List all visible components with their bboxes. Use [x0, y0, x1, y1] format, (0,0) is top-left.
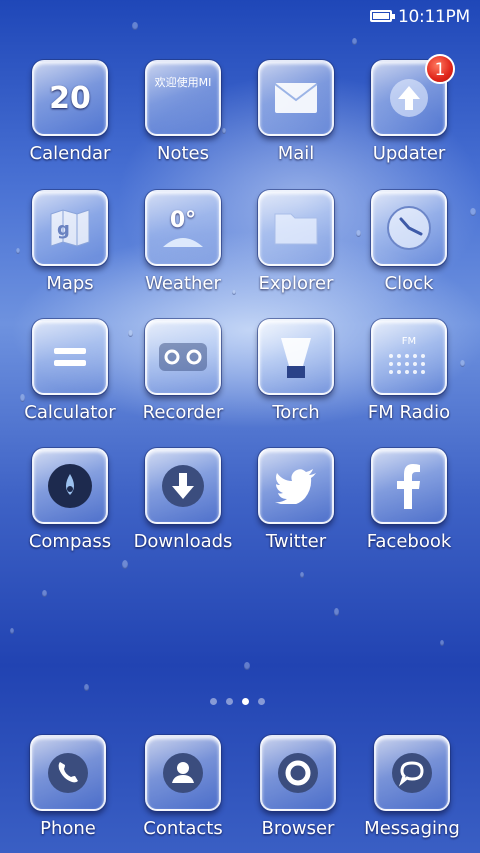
app-downloads[interactable]: Downloads — [128, 448, 238, 552]
app-label: Facebook — [366, 531, 452, 552]
recorder-icon — [147, 321, 219, 393]
messaging-icon — [376, 737, 448, 809]
app-label: Compass — [28, 531, 112, 552]
downloads-icon — [147, 450, 219, 522]
explorer-icon — [260, 192, 332, 264]
app-label: Downloads — [133, 531, 233, 552]
app-recorder[interactable]: Recorder — [128, 319, 238, 423]
app-label: Weather — [145, 273, 221, 294]
raindrop — [122, 560, 128, 569]
app-maps[interactable]: g Maps — [15, 190, 125, 294]
app-weather[interactable]: 0° Weather — [128, 190, 238, 294]
notes-preview-text: 欢迎使用MI — [154, 76, 212, 89]
app-twitter[interactable]: Twitter — [241, 448, 351, 552]
weather-temperature: 0° — [169, 207, 197, 233]
mail-icon — [260, 62, 332, 134]
app-label: Torch — [272, 402, 320, 423]
app-calendar[interactable]: 20 Calendar — [15, 60, 125, 164]
notification-badge: 1 — [425, 54, 455, 84]
app-label: Explorer — [258, 273, 334, 294]
raindrop — [300, 572, 304, 578]
facebook-icon — [373, 450, 445, 522]
app-label: Clock — [384, 273, 434, 294]
page-dot[interactable] — [258, 698, 265, 705]
app-label: Messaging — [364, 818, 460, 839]
status-time: 10:11PM — [398, 7, 470, 27]
app-explorer[interactable]: Explorer — [241, 190, 351, 294]
app-label: Mail — [277, 143, 315, 164]
app-compass[interactable]: Compass — [15, 448, 125, 552]
app-label: Twitter — [265, 531, 327, 552]
calendar-date: 20 — [49, 80, 91, 116]
app-fm-radio[interactable]: FM FM Radio — [354, 319, 464, 423]
app-label: Contacts — [143, 818, 223, 839]
contacts-icon — [147, 737, 219, 809]
clock-icon — [373, 192, 445, 264]
app-label: Maps — [46, 273, 94, 294]
dock-browser[interactable]: Browser — [243, 735, 353, 839]
app-torch[interactable]: Torch — [241, 319, 351, 423]
raindrop — [440, 640, 444, 646]
dock-messaging[interactable]: Messaging — [357, 735, 467, 839]
app-mail[interactable]: Mail — [241, 60, 351, 164]
app-label: Recorder — [142, 402, 224, 423]
page-dot[interactable] — [226, 698, 233, 705]
weather-icon: 0° — [147, 192, 219, 264]
app-clock[interactable]: Clock — [354, 190, 464, 294]
phone-icon — [32, 737, 104, 809]
app-facebook[interactable]: Facebook — [354, 448, 464, 552]
app-notes[interactable]: 欢迎使用MI Notes — [128, 60, 238, 164]
dock-contacts[interactable]: Contacts — [128, 735, 238, 839]
radio-icon: FM — [373, 321, 445, 393]
raindrop — [10, 628, 14, 634]
app-calculator[interactable]: Calculator — [15, 319, 125, 423]
raindrop — [244, 662, 250, 670]
torch-icon — [260, 321, 332, 393]
app-label: FM Radio — [367, 402, 451, 423]
page-dot[interactable] — [210, 698, 217, 705]
dock-phone[interactable]: Phone — [13, 735, 123, 839]
app-label: Browser — [261, 818, 335, 839]
maps-icon: g — [34, 192, 106, 264]
page-dot-active[interactable] — [242, 698, 249, 705]
twitter-icon — [260, 450, 332, 522]
raindrop — [352, 38, 357, 45]
raindrop — [334, 608, 339, 616]
raindrop — [42, 590, 47, 597]
raindrop — [84, 684, 89, 691]
calculator-icon — [34, 321, 106, 393]
browser-icon — [262, 737, 334, 809]
app-label: Notes — [157, 143, 209, 164]
app-label: Calculator — [24, 402, 116, 423]
raindrop — [470, 208, 476, 216]
status-bar: 10:11PM — [0, 0, 480, 34]
app-label: Phone — [40, 818, 96, 839]
radio-label: FM — [401, 335, 417, 347]
svg-text:g: g — [57, 219, 70, 240]
calendar-icon: 20 — [34, 62, 106, 134]
compass-icon — [34, 450, 106, 522]
battery-icon — [370, 10, 395, 22]
app-label: Calendar — [29, 143, 111, 164]
app-updater[interactable]: 1 Updater — [354, 54, 464, 164]
app-label: Updater — [372, 143, 446, 164]
page-indicator[interactable] — [210, 698, 265, 705]
